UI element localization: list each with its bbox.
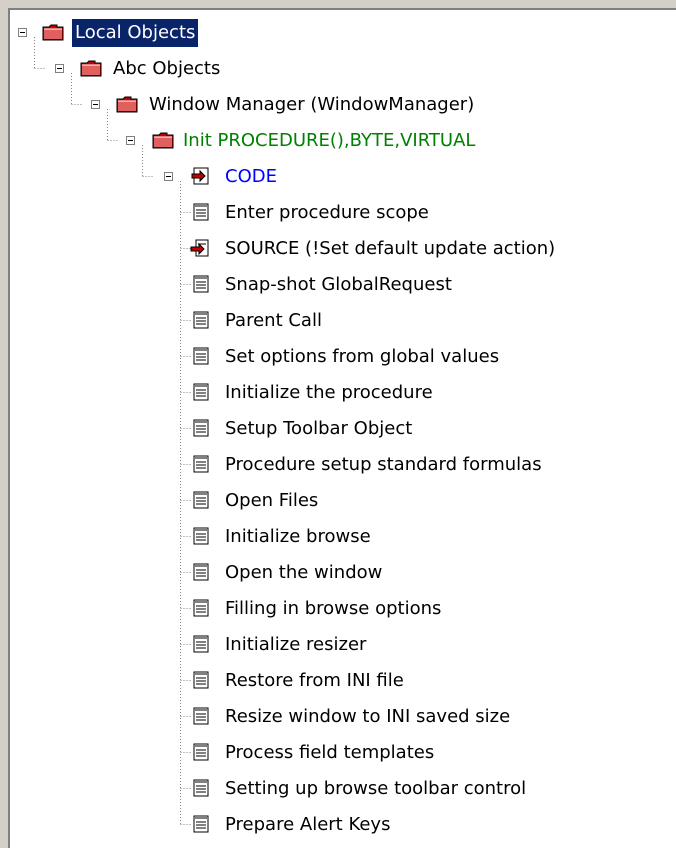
tree-node-label: Open the window (225, 562, 383, 583)
tree-node-label: Abc Objects (113, 58, 221, 79)
tree-node-local-objects[interactable]: Local Objects (10, 15, 676, 51)
tree-node-embed-item[interactable]: Initialize resizer (10, 627, 676, 663)
folder-icon (116, 94, 138, 114)
document-icon (190, 274, 212, 294)
document-icon (190, 202, 212, 222)
tree-node-embed-item[interactable]: Prepare Alert Keys (10, 807, 676, 843)
collapse-toggle[interactable] (91, 100, 100, 109)
tree-node-label: Procedure setup standard formulas (225, 454, 542, 475)
tree-node-embed-item[interactable]: Filling in browse options (10, 591, 676, 627)
document-icon (190, 418, 212, 438)
tree-node-window-manager[interactable]: Window Manager (WindowManager) (10, 87, 676, 123)
document-icon (190, 346, 212, 366)
tree-node-embed-item[interactable]: Resize window to INI saved size (10, 699, 676, 735)
tree-node-label: Parent Call (225, 310, 322, 331)
tree-node-embed-item[interactable]: Setting up browse toolbar control (10, 771, 676, 807)
object-tree[interactable]: Local Objects Abc Objects Window Manager… (8, 8, 676, 848)
tree-node-label: SOURCE (!Set default update action) (225, 238, 556, 259)
document-icon (190, 670, 212, 690)
tree-node-embed-item[interactable]: Open Files (10, 483, 676, 519)
document-icon (190, 454, 212, 474)
tree-node-label: Window Manager (WindowManager) (149, 94, 475, 115)
document-icon (190, 382, 212, 402)
tree-node-embed-item[interactable]: Restore from INI file (10, 663, 676, 699)
tree-node-label: Filling in browse options (225, 598, 442, 619)
tree-node-label: Initialize browse (225, 526, 371, 547)
folder-icon (152, 130, 174, 150)
collapse-toggle[interactable] (164, 172, 173, 181)
document-icon (190, 490, 212, 510)
tree-node-label: Enter procedure scope (225, 202, 429, 223)
folder-icon (80, 58, 102, 78)
collapse-toggle[interactable] (18, 28, 27, 37)
collapse-toggle[interactable] (126, 136, 135, 145)
tree-node-embed-item[interactable]: Initialize the procedure (10, 375, 676, 411)
document-icon (190, 310, 212, 330)
tree-node-embed-item[interactable]: Process field templates (10, 735, 676, 771)
tree-node-code[interactable]: CODE (10, 159, 676, 195)
tree-node-label: Resize window to INI saved size (225, 706, 511, 727)
tree-node-label: CODE (225, 166, 277, 187)
tree-node-label: Snap-shot GlobalRequest (225, 274, 452, 295)
tree-node-label: Set options from global values (225, 346, 500, 367)
tree-node-label: Local Objects (72, 19, 199, 47)
code-embed-icon (190, 166, 212, 186)
tree-node-label: Setup Toolbar Object (225, 418, 413, 439)
document-icon (190, 634, 212, 654)
tree-node-embed-item[interactable]: Open the window (10, 555, 676, 591)
document-icon (190, 742, 212, 762)
tree-node-label: Initialize the procedure (225, 382, 433, 403)
collapse-toggle[interactable] (55, 64, 64, 73)
document-icon (190, 526, 212, 546)
document-icon (190, 562, 212, 582)
tree-node-label: Prepare Alert Keys (225, 814, 391, 835)
tree-node-embed-item[interactable]: Initialize browse (10, 519, 676, 555)
tree-node-embed-item[interactable]: SOURCE (!Set default update action) (10, 231, 676, 267)
tree-node-label: Init PROCEDURE(),BYTE,VIRTUAL (183, 130, 476, 151)
tree-node-label: Process field templates (225, 742, 435, 763)
source-embed-icon (190, 238, 212, 258)
tree-node-embed-item[interactable]: Parent Call (10, 303, 676, 339)
tree-node-embed-item[interactable]: Setup Toolbar Object (10, 411, 676, 447)
tree-node-embed-item[interactable]: Procedure setup standard formulas (10, 447, 676, 483)
tree-node-embed-item[interactable]: Set options from global values (10, 339, 676, 375)
document-icon (190, 778, 212, 798)
tree-node-label: Initialize resizer (225, 634, 367, 655)
document-icon (190, 598, 212, 618)
tree-node-embed-item[interactable]: Snap-shot GlobalRequest (10, 267, 676, 303)
tree-node-embed-item[interactable]: Enter procedure scope (10, 195, 676, 231)
tree-node-label: Setting up browse toolbar control (225, 778, 527, 799)
tree-node-label: Open Files (225, 490, 319, 511)
tree-node-label: Restore from INI file (225, 670, 404, 691)
folder-icon (42, 22, 64, 42)
tree-node-init-procedure[interactable]: Init PROCEDURE(),BYTE,VIRTUAL (10, 123, 676, 159)
document-icon (190, 814, 212, 834)
tree-node-abc-objects[interactable]: Abc Objects (10, 51, 676, 87)
document-icon (190, 706, 212, 726)
